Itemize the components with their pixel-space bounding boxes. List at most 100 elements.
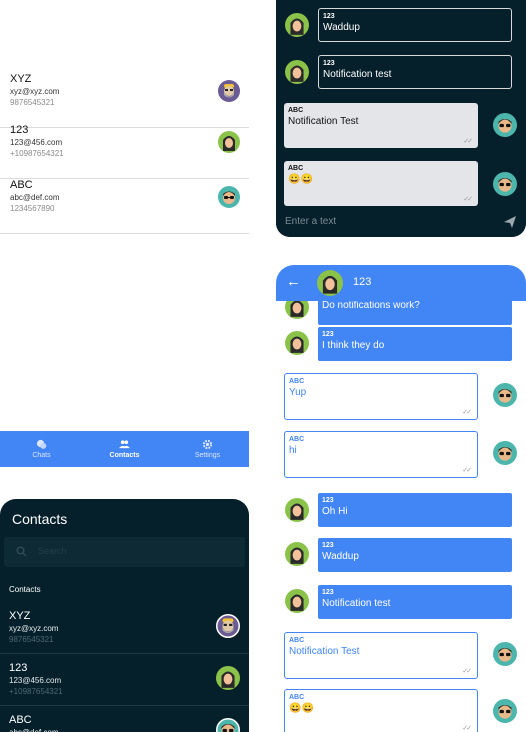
- message-bubble-outgoing: ABC Notification Test ✓✓: [284, 632, 478, 679]
- long-hair-avatar-icon: [285, 498, 309, 522]
- message-sender: ABC: [288, 107, 304, 114]
- back-arrow-icon[interactable]: ←: [286, 273, 301, 291]
- double-check-icon: ✓✓: [462, 467, 472, 474]
- long-hair-avatar-icon: [285, 331, 309, 355]
- message-text: Waddup: [323, 22, 360, 33]
- contact-name: ABC: [9, 714, 32, 726]
- sunglasses-avatar-icon: [493, 699, 517, 723]
- contact-phone: +10987654321: [10, 149, 64, 158]
- contact-email: 123@456.com: [9, 676, 62, 685]
- contacts-screen-dark: Contacts Search Contacts XYZ xyz@xyz.com…: [0, 499, 249, 732]
- message-text: Notification Test: [289, 646, 360, 657]
- bearded-man-avatar-icon: [215, 613, 241, 643]
- message-text: Notification test: [322, 598, 391, 609]
- chat-header: ← 123: [276, 265, 526, 301]
- message-bubble-incoming: 123 Notification test: [318, 585, 512, 619]
- message-sender: 123: [322, 589, 334, 596]
- long-hair-avatar-icon: [216, 666, 240, 695]
- contact-email: abc@def.com: [10, 193, 60, 202]
- message-text: Do notifications work?: [322, 300, 420, 311]
- chat-screen-dark: 123 Waddup 123 Notification test ABC Not…: [276, 0, 526, 237]
- send-icon[interactable]: [503, 215, 517, 229]
- contact-phone: +10987654321: [9, 687, 63, 696]
- sunglasses-avatar-icon: [216, 718, 240, 732]
- message-input[interactable]: Enter a text: [285, 216, 336, 227]
- message-bubble-incoming: 123 Oh Hi: [318, 493, 512, 527]
- message-bubble-outgoing: ABC hi ✓✓: [284, 431, 478, 478]
- nav-chats[interactable]: Chats: [0, 431, 83, 467]
- contact-row[interactable]: XYZ xyz@xyz.com 9876545321: [0, 602, 249, 654]
- message-sender: 123: [322, 497, 334, 504]
- message-sender: ABC: [289, 637, 305, 644]
- search-input[interactable]: Search: [38, 546, 67, 556]
- contact-email: abc@def.com: [9, 728, 58, 732]
- sunglasses-avatar-icon: [493, 441, 517, 465]
- search-field[interactable]: Search: [4, 537, 245, 567]
- contact-name: XYZ: [9, 610, 31, 622]
- message-bubble-outgoing: ABC Notification Test ✓✓: [284, 103, 478, 148]
- contact-phone: 1234567890: [10, 204, 55, 213]
- message-text: Notification test: [323, 69, 392, 80]
- message-text: Waddup: [322, 551, 359, 562]
- message-sender: ABC: [289, 378, 305, 385]
- contact-row[interactable]: 123 123@456.com +10987654321: [0, 120, 249, 179]
- nav-settings[interactable]: Settings: [166, 431, 249, 467]
- long-hair-avatar-icon: [285, 60, 309, 84]
- message-bubble-incoming: 123 Notification test: [318, 55, 512, 89]
- double-check-icon: ✓✓: [462, 725, 472, 732]
- message-bubble-outgoing: ABC Yup ✓✓: [284, 373, 478, 420]
- bearded-man-avatar-icon: [218, 80, 240, 107]
- message-text: Notification Test: [288, 116, 359, 127]
- nav-chats-label: Chats: [32, 452, 51, 459]
- double-check-icon: ✓✓: [463, 138, 473, 145]
- message-bubble-outgoing: ABC 😀😀 ✓✓: [284, 161, 478, 206]
- message-bubble-incoming: 123 Waddup: [318, 8, 512, 42]
- chat-title: 123: [353, 276, 372, 288]
- sunglasses-avatar-icon: [493, 383, 517, 407]
- chat-screen-blue: ← 123 Do notifications work? 123 I think…: [276, 265, 526, 732]
- long-hair-avatar-icon: [285, 589, 309, 613]
- contact-row[interactable]: ABC abc@def.com 1234567890: [0, 175, 249, 234]
- message-text: Oh Hi: [322, 506, 348, 517]
- contact-row[interactable]: 123 123@456.com +10987654321: [0, 654, 249, 706]
- message-bubble-incoming: 123 I think they do: [318, 327, 512, 361]
- nav-contacts-label: Contacts: [109, 452, 140, 459]
- sunglasses-avatar-icon: [493, 642, 517, 666]
- gear-icon: [202, 439, 213, 450]
- long-hair-avatar-icon: [285, 13, 309, 37]
- contact-name: XYZ: [10, 73, 32, 85]
- sunglasses-avatar-icon: [493, 172, 517, 196]
- message-sender: 123: [322, 542, 334, 549]
- message-text: hi: [289, 445, 297, 456]
- message-sender: ABC: [289, 436, 305, 443]
- contact-email: xyz@xyz.com: [9, 624, 59, 633]
- contact-name: ABC: [10, 179, 33, 191]
- nav-settings-label: Settings: [194, 452, 221, 459]
- contact-phone: 9876545321: [9, 635, 54, 644]
- contact-phone: 9876545321: [10, 98, 55, 107]
- nav-contacts[interactable]: Contacts: [83, 431, 166, 467]
- double-check-icon: ✓✓: [463, 196, 473, 203]
- message-text: I think they do: [322, 340, 385, 351]
- contact-email: 123@456.com: [10, 138, 63, 147]
- page-title: Contacts: [12, 511, 68, 527]
- message-bubble-incoming: 123 Waddup: [318, 538, 512, 572]
- message-sender: ABC: [289, 694, 305, 701]
- long-hair-avatar-icon: [218, 131, 240, 158]
- contact-name: 123: [10, 124, 29, 136]
- message-text: Yup: [289, 387, 307, 398]
- search-icon: [16, 546, 27, 557]
- message-text: 😀😀: [289, 703, 314, 714]
- message-sender: 123: [323, 13, 335, 20]
- message-input-bar: Enter a text: [276, 208, 526, 237]
- message-sender: 123: [323, 60, 335, 67]
- contact-row[interactable]: ABC abc@def.com 1234567890: [0, 706, 249, 732]
- contacts-screen-light: XYZ xyz@xyz.com 9876545321 123 123@456.c…: [0, 0, 249, 467]
- message-sender: ABC: [288, 165, 304, 172]
- long-hair-avatar-icon: [285, 542, 309, 566]
- message-bubble-outgoing: ABC 😀😀 ✓✓: [284, 689, 478, 732]
- section-label: Contacts: [9, 585, 41, 594]
- contact-name: 123: [9, 662, 28, 674]
- contact-email: xyz@xyz.com: [10, 87, 60, 96]
- sunglasses-avatar-icon: [218, 186, 240, 213]
